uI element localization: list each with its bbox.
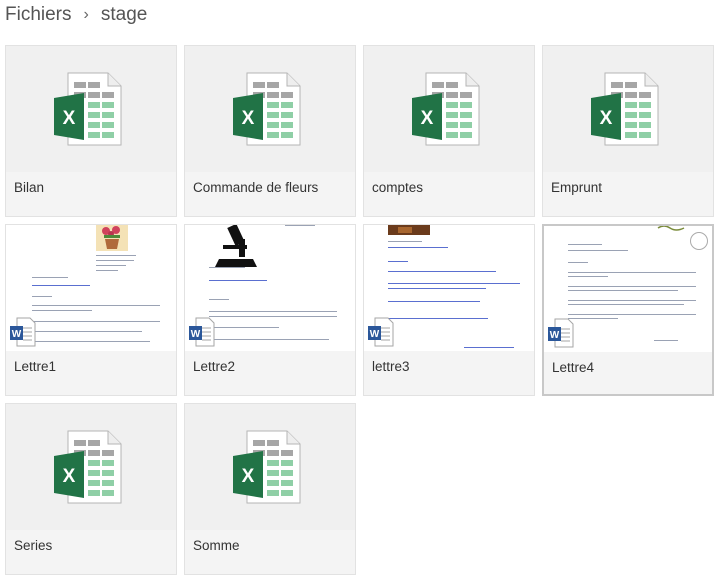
svg-text:X: X: [421, 108, 434, 129]
file-name: Lettre1: [14, 359, 57, 374]
select-checkbox[interactable]: [690, 232, 708, 250]
file-tile[interactable]: X Commande de fleurs: [184, 45, 356, 217]
excel-thumbnail: X: [6, 404, 176, 530]
file-name: lettre3: [372, 359, 410, 374]
file-tile[interactable]: X Emprunt: [542, 45, 714, 217]
document-thumbnail: W: [364, 225, 534, 351]
microscope-image: [215, 225, 257, 267]
svg-text:W: W: [370, 329, 380, 340]
document-thumbnail: W: [6, 225, 176, 351]
svg-text:W: W: [550, 330, 560, 341]
file-tile[interactable]: W Lettre2: [184, 224, 356, 396]
file-tile[interactable]: W lettre3: [363, 224, 535, 396]
svg-text:X: X: [600, 108, 613, 129]
header-ornament-image: [657, 226, 685, 231]
excel-thumbnail: X: [185, 404, 355, 530]
excel-icon: X: [54, 72, 122, 146]
document-thumbnail: W: [544, 226, 712, 352]
breadcrumb-current: stage: [100, 4, 148, 25]
excel-icon: X: [591, 72, 659, 146]
file-name: comptes: [372, 180, 424, 195]
document-thumbnail: W: [185, 225, 355, 351]
word-icon: W: [368, 317, 394, 347]
excel-icon: X: [233, 72, 301, 146]
document-page-preview: [378, 225, 522, 351]
header-image: [388, 225, 430, 235]
flower-pot-image: [96, 225, 128, 251]
excel-icon: X: [233, 430, 301, 504]
word-icon: W: [548, 318, 574, 348]
file-tile[interactable]: X Bilan: [5, 45, 177, 217]
breadcrumb-separator: ›: [83, 6, 89, 23]
svg-text:X: X: [242, 466, 255, 487]
excel-thumbnail: X: [6, 46, 176, 172]
file-tile[interactable]: W Lettre4: [542, 224, 714, 396]
excel-thumbnail: X: [364, 46, 534, 172]
breadcrumb: Fichiers › stage: [5, 3, 147, 27]
word-icon: W: [10, 317, 36, 347]
file-name: Commande de fleurs: [193, 180, 319, 195]
excel-thumbnail: X: [543, 46, 713, 172]
file-name: Lettre4: [552, 360, 595, 375]
svg-text:W: W: [191, 329, 201, 340]
document-page-preview: [199, 225, 343, 351]
word-icon: W: [189, 317, 215, 347]
file-name: Emprunt: [551, 180, 603, 195]
svg-text:X: X: [63, 466, 76, 487]
excel-icon: X: [412, 72, 480, 146]
document-page-preview: [20, 225, 164, 351]
excel-icon: X: [54, 430, 122, 504]
svg-text:X: X: [242, 108, 255, 129]
svg-text:X: X: [63, 108, 76, 129]
file-tile[interactable]: X Somme: [184, 403, 356, 575]
breadcrumb-root[interactable]: Fichiers: [5, 4, 72, 26]
excel-thumbnail: X: [185, 46, 355, 172]
file-name: Lettre2: [193, 359, 236, 374]
file-tile[interactable]: X comptes: [363, 45, 535, 217]
file-name: Bilan: [14, 180, 45, 195]
svg-text:W: W: [12, 329, 22, 340]
file-tile[interactable]: W Lettre1: [5, 224, 177, 396]
document-page-preview: [558, 226, 702, 352]
file-tile[interactable]: X Series: [5, 403, 177, 575]
